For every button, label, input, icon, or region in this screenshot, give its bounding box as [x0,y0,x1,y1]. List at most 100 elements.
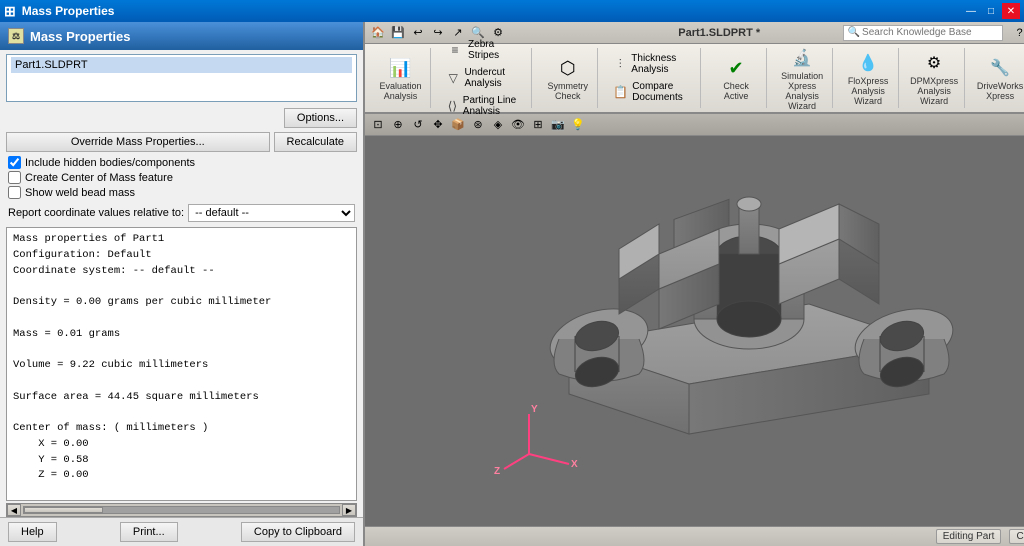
part-title: Part1.SLDPRT * [604,27,835,39]
ribbon-btn-compare[interactable]: 📋 Compare Documents [608,79,695,105]
toolbar-icon-home[interactable]: 🏠 [369,24,387,42]
symmetry-label: SymmetryCheck [547,82,588,102]
result-line: X = 0.00 [13,437,350,453]
close-button[interactable]: ✕ [1002,3,1020,19]
result-line [13,484,350,500]
options-button[interactable]: Options... [284,108,357,128]
help-button[interactable]: Help [8,522,57,542]
compare-label: Compare Documents [632,81,690,103]
minimize-button[interactable]: — [962,3,980,19]
ribbon-btn-thickness[interactable]: ⫶ Thickness Analysis [608,51,695,77]
evaluation-icon: 📊 [385,54,417,82]
part-selector[interactable]: Part1.SLDPRT [6,54,357,102]
ribbon-btn-driveworks[interactable]: 🔧 DriveWorksXpress [972,51,1024,105]
undercut-icon: ▽ [446,70,460,86]
dpm-icon: ⚙ [918,49,950,77]
result-line: Coordinate system: -- default -- [13,264,350,280]
print-button[interactable]: Print... [120,522,178,542]
ribbon-btn-flo[interactable]: 💧 FloXpressAnalysisWizard [843,46,894,110]
maximize-button[interactable]: □ [982,3,1000,19]
undercut-label: Undercut Analysis [464,67,522,89]
svg-text:Z: Z [494,466,500,477]
result-line: Center of mass: ( millimeters ) [13,421,350,437]
custom-status[interactable]: Custom ▼ [1009,529,1024,544]
symmetry-icon: ⬡ [552,54,584,82]
thickness-label: Thickness Analysis [631,53,690,75]
horizontal-scrollbar[interactable]: ◀ ▶ [6,503,357,517]
copy-clipboard-button[interactable]: Copy to Clipboard [241,522,355,542]
include-hidden-checkbox[interactable] [8,156,21,169]
recalculate-button[interactable]: Recalculate [274,132,357,152]
axes-indicator: X Y Z [494,404,578,477]
standard-views-icon[interactable]: 📦 [449,116,467,134]
ribbon-small-btns-draft: ≡ Zebra Stripes ▽ Undercut Analysis ⟨⟩ P… [441,37,527,119]
viewport-area[interactable]: X Y Z ⊡ 🔍 ↺ ✥ ◈ 📋 ⊞ ⚙ [365,114,1024,526]
driveworks-icon: 🔧 [984,54,1016,82]
ribbon-group-symmetry: ⬡ SymmetryCheck [538,48,598,108]
toolbar-icon-help[interactable]: ? [1011,24,1024,42]
zebra-label: Zebra Stripes [468,39,522,61]
display-render-icon[interactable]: 💡 [569,116,587,134]
status-right: Editing Part Custom ▼ ⚙ [936,528,1024,546]
ribbon-group-check: ✔ CheckActive [707,48,767,108]
display-style-icon[interactable]: ◈ [489,116,507,134]
toolbar-icon-save[interactable]: 💾 [389,24,407,42]
app-title: Mass Properties [22,4,115,18]
dialog-footer: Help Print... Copy to Clipboard [0,517,363,546]
checkboxes-area: Include hidden bodies/components Create … [0,154,363,201]
dpm-label: DPMXpressAnalysisWizard [910,77,958,107]
result-line [13,405,350,421]
flo-icon: 💧 [852,49,884,77]
thickness-icon: ⫶ [613,56,627,72]
override-button[interactable]: Override Mass Properties... [6,132,270,152]
ribbon-btn-undercut[interactable]: ▽ Undercut Analysis [441,65,527,91]
search-bar[interactable]: 🔍 [843,25,1003,41]
title-bar-left: ⊞ Mass Properties [4,3,114,20]
toolbar-icon-undo[interactable]: ↩ [409,24,427,42]
show-weld-checkbox[interactable] [8,186,21,199]
svg-text:X: X [571,459,578,470]
ribbon-btn-dpm[interactable]: ⚙ DPMXpressAnalysisWizard [905,46,963,110]
main-container: ⚖ Mass Properties Part1.SLDPRT Options..… [0,22,1024,546]
result-line: Principal axes of inertia and principal … [13,500,350,501]
ribbon-btn-simulation[interactable]: 🔬 SimulationXpressAnalysisWizard [776,41,828,115]
search-area: 🔍 ? ⚙ [835,24,1024,42]
view-orient-icon[interactable]: ⊛ [469,116,487,134]
ribbon-btn-evaluation[interactable]: 📊 EvaluationAnalysis [374,51,426,105]
dialog-header: ⚖ Mass Properties [0,22,363,50]
title-bar-controls: — □ ✕ [962,3,1020,19]
section-view-icon[interactable]: ⊞ [529,116,547,134]
canvas-toolbar: ⊡ ⊕ ↺ ✥ 📦 ⊛ ◈ 👁 ⊞ 📷 💡 [365,114,1024,136]
include-hidden-label[interactable]: Include hidden bodies/components [25,157,195,169]
scroll-right-btn[interactable]: ▶ [342,504,356,516]
show-weld-label[interactable]: Show weld bead mass [25,187,135,199]
zoom-area-icon[interactable]: ⊕ [389,116,407,134]
flo-label: FloXpressAnalysisWizard [848,77,889,107]
pan-icon[interactable]: ✥ [429,116,447,134]
simulation-icon: 🔬 [786,44,818,72]
rotate-icon[interactable]: ↺ [409,116,427,134]
part-list-item[interactable]: Part1.SLDPRT [11,57,352,73]
result-line: Configuration: Default [13,248,350,264]
scroll-left-btn[interactable]: ◀ [7,504,21,516]
fit-view-icon[interactable]: ⊡ [369,116,387,134]
coord-select[interactable]: -- default -- [188,204,355,222]
override-row: Override Mass Properties... Recalculate [0,130,363,154]
create-center-row: Create Center of Mass feature [8,171,355,184]
command-area: 📊 EvaluationAnalysis ≡ Zebra Stripes ▽ U… [365,44,1024,114]
ribbon-group-evaluation: 📊 EvaluationAnalysis [371,48,431,108]
dialog-title: Mass Properties [30,29,130,44]
search-input[interactable] [862,27,982,38]
result-line: Volume = 9.22 cubic millimeters [13,358,350,374]
hide-show-icon[interactable]: 👁 [509,116,527,134]
camera-icon[interactable]: 📷 [549,116,567,134]
editing-part-status[interactable]: Editing Part [936,529,1002,544]
ribbon-btn-zebra[interactable]: ≡ Zebra Stripes [441,37,527,63]
compare-icon: 📋 [613,84,628,100]
create-center-checkbox[interactable] [8,171,21,184]
create-center-label[interactable]: Create Center of Mass feature [25,172,173,184]
ribbon-btn-symmetry[interactable]: ⬡ SymmetryCheck [542,51,593,105]
results-area[interactable]: Mass properties of Part1 Configuration: … [6,227,357,501]
right-panel: 🏠 💾 ↩ ↪ ↗ 🔍 ⚙ Part1.SLDPRT * 🔍 ? ⚙ — □ [365,22,1024,546]
ribbon-btn-check[interactable]: ✔ CheckActive [715,51,757,105]
